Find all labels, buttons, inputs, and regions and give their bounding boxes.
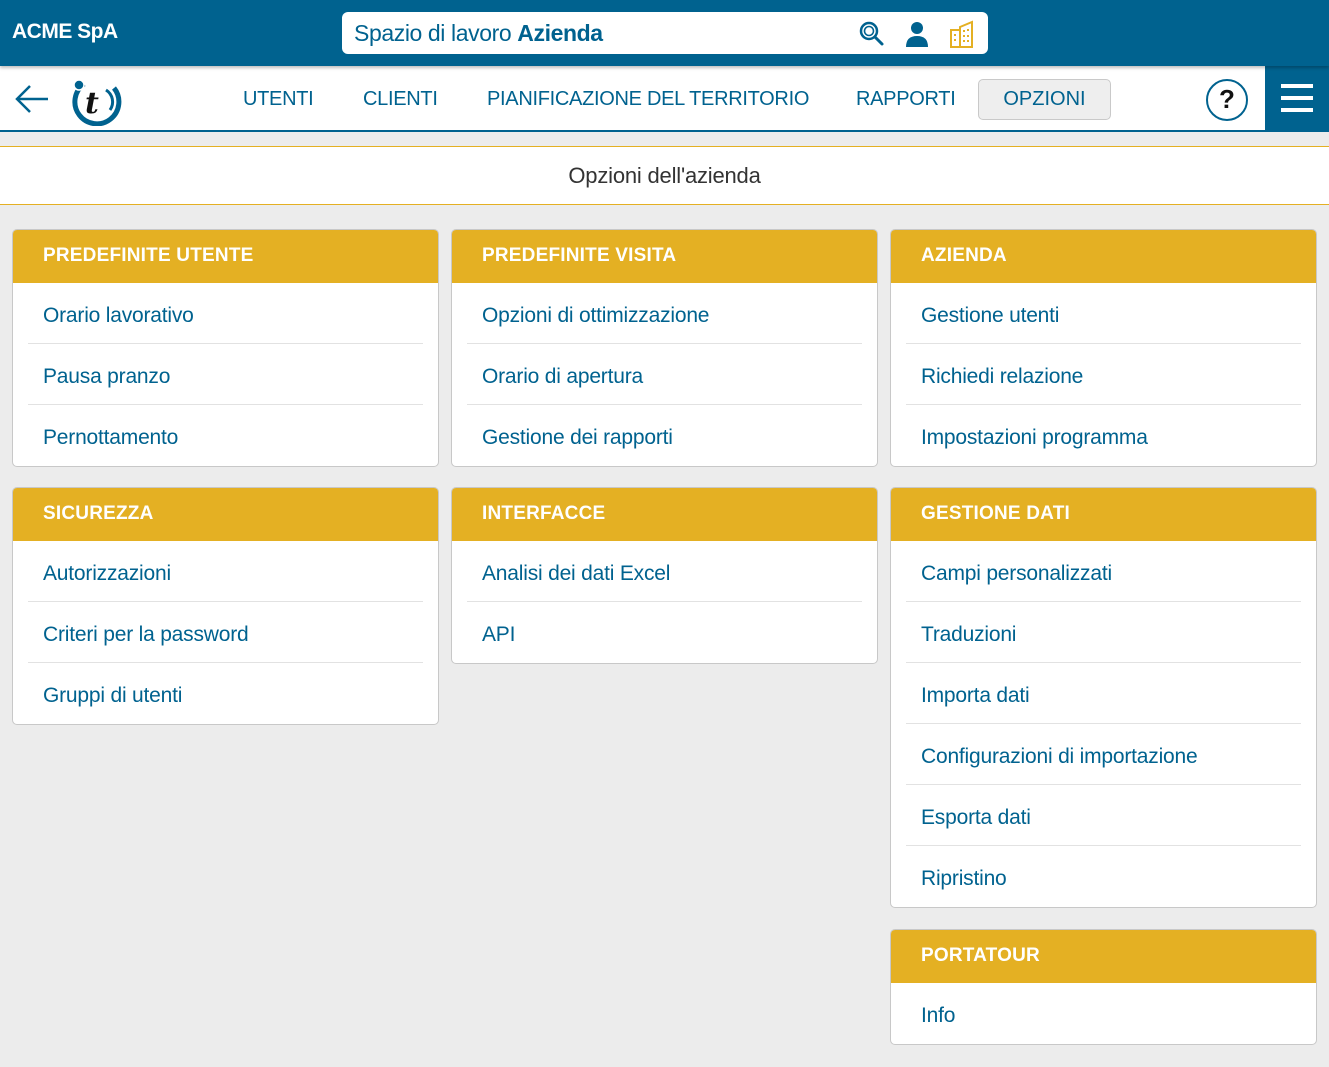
workspace-selector[interactable]: Spazio di lavoro Azienda [342, 12, 988, 54]
option-link[interactable]: Analisi dei dati Excel [467, 541, 862, 602]
workspace-name: Azienda [517, 20, 603, 46]
card-predefinite-utente: PREDEFINITE UTENTE Orario lavorativo Pau… [12, 229, 439, 467]
workspace-label: Spazio di lavoro Azienda [354, 20, 603, 47]
card-portatour: PORTATOUR Info [890, 929, 1317, 1045]
nav-clienti[interactable]: CLIENTI [363, 88, 438, 111]
page-title: Opzioni dell'azienda [0, 146, 1329, 205]
card-header: PREDEFINITE VISITA [452, 230, 877, 283]
top-bar: ACME SpA Spazio di lavoro Azienda [0, 0, 1329, 66]
hamburger-menu-icon[interactable] [1265, 66, 1329, 130]
option-link[interactable]: Pausa pranzo [28, 344, 423, 405]
workspace-prefix: Spazio di lavoro [354, 20, 512, 46]
option-link[interactable]: Criteri per la password [28, 602, 423, 663]
option-link[interactable]: Info [906, 983, 1301, 1044]
nav-opzioni[interactable]: OPZIONI [978, 79, 1111, 120]
option-link[interactable]: Esporta dati [906, 785, 1301, 846]
search-icon[interactable] [858, 20, 886, 48]
card-header: AZIENDA [891, 230, 1316, 283]
option-link[interactable]: Gruppi di utenti [28, 663, 423, 724]
card-header: PREDEFINITE UTENTE [13, 230, 438, 283]
option-link[interactable]: Opzioni di ottimizzazione [467, 283, 862, 344]
company-name: ACME SpA [12, 20, 118, 43]
card-predefinite-visita: PREDEFINITE VISITA Opzioni di ottimizzaz… [451, 229, 878, 467]
svg-text:t: t [85, 86, 99, 121]
option-link[interactable]: Traduzioni [906, 602, 1301, 663]
help-icon[interactable]: ? [1206, 79, 1248, 121]
option-link[interactable]: Campi personalizzati [906, 541, 1301, 602]
option-link[interactable]: Autorizzazioni [28, 541, 423, 602]
nav-rapporti[interactable]: RAPPORTI [856, 88, 956, 111]
nav-utenti[interactable]: UTENTI [243, 88, 314, 111]
card-header: PORTATOUR [891, 930, 1316, 983]
card-header: SICUREZZA [13, 488, 438, 541]
card-sicurezza: SICUREZZA Autorizzazioni Criteri per la … [12, 487, 439, 725]
option-link[interactable]: Impostazioni programma [906, 405, 1301, 466]
option-link[interactable]: Richiedi relazione [906, 344, 1301, 405]
card-interfacce: INTERFACCE Analisi dei dati Excel API [451, 487, 878, 664]
option-link[interactable]: Importa dati [906, 663, 1301, 724]
option-link[interactable]: Ripristino [906, 846, 1301, 907]
card-header: INTERFACCE [452, 488, 877, 541]
nav-pianificazione[interactable]: PIANIFICAZIONE DEL TERRITORIO [487, 88, 809, 111]
card-gestione-dati: GESTIONE DATI Campi personalizzati Tradu… [890, 487, 1317, 908]
option-link[interactable]: API [467, 602, 862, 663]
option-link[interactable]: Pernottamento [28, 405, 423, 466]
option-link[interactable]: Gestione utenti [906, 283, 1301, 344]
building-icon[interactable] [948, 20, 976, 48]
user-icon[interactable] [903, 20, 931, 48]
option-link[interactable]: Configurazioni di importazione [906, 724, 1301, 785]
card-header: GESTIONE DATI [891, 488, 1316, 541]
option-link[interactable]: Orario lavorativo [28, 283, 423, 344]
option-link[interactable]: Gestione dei rapporti [467, 405, 862, 466]
app-logo-icon: t [70, 76, 124, 127]
back-arrow-icon[interactable] [14, 84, 50, 114]
nav-bar: t UTENTI CLIENTI PIANIFICAZIONE DEL TERR… [0, 66, 1329, 132]
card-azienda: AZIENDA Gestione utenti Richiedi relazio… [890, 229, 1317, 467]
option-link[interactable]: Orario di apertura [467, 344, 862, 405]
